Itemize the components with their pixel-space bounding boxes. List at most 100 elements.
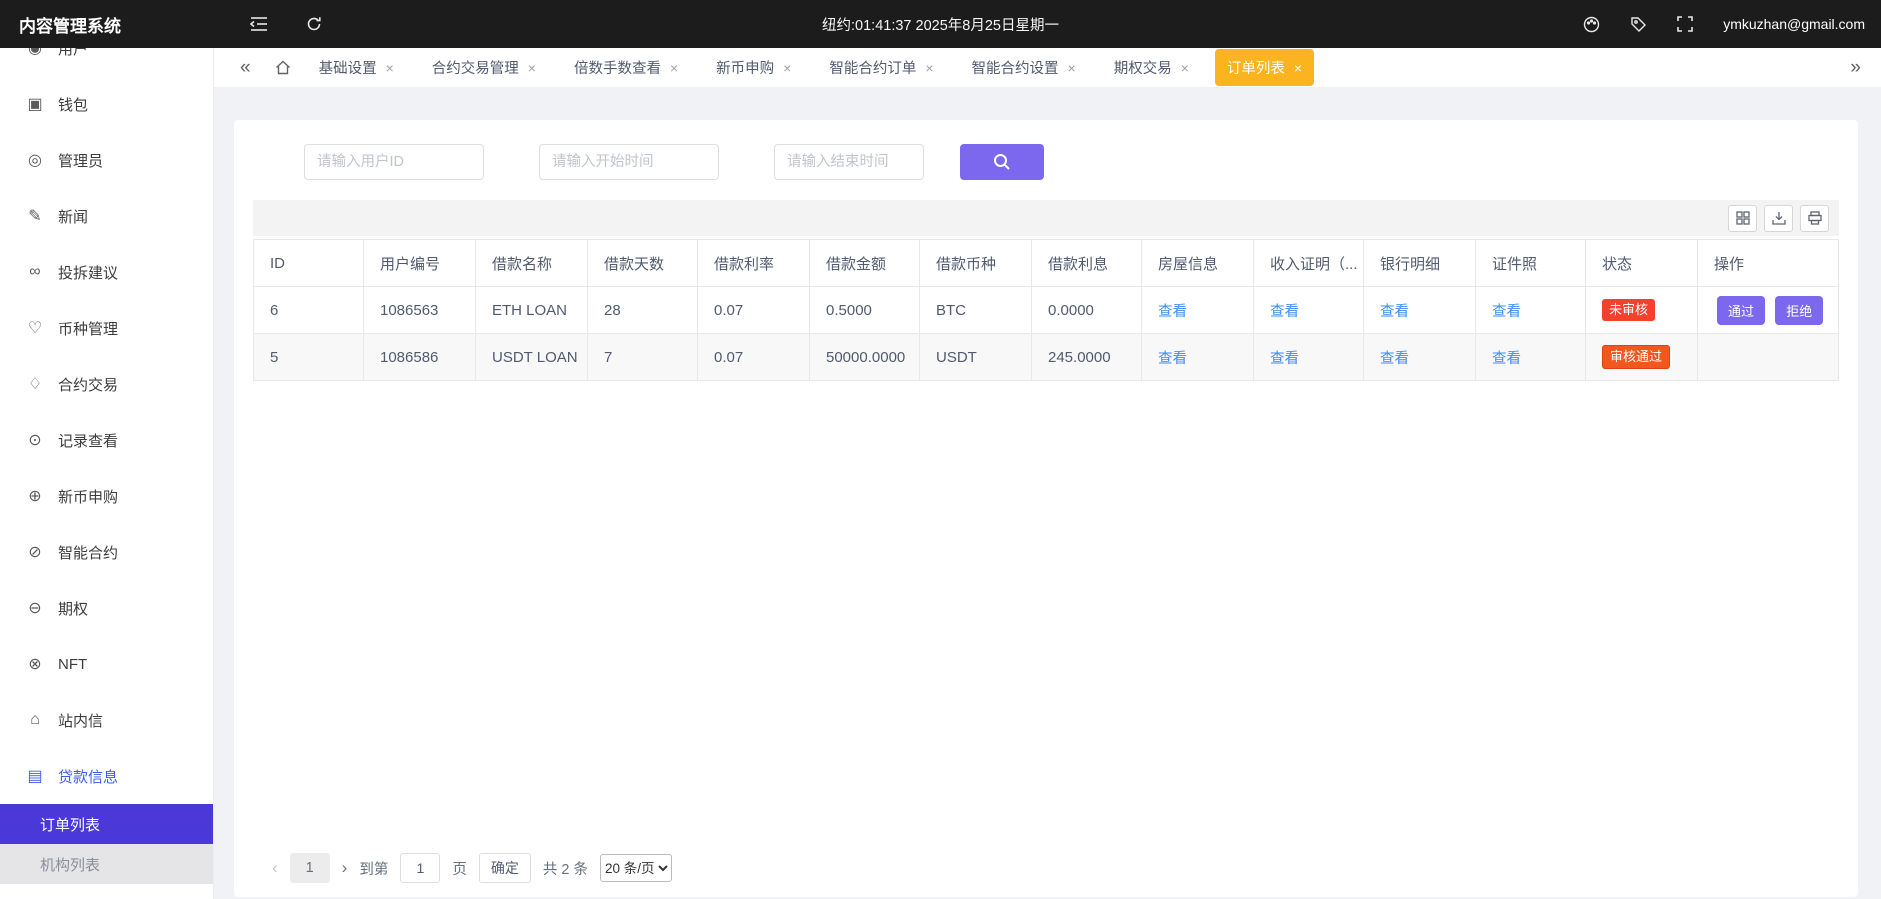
tab-close-icon[interactable]: × <box>1294 61 1302 75</box>
sidebar-item-label: 币种管理 <box>58 318 118 339</box>
column-header-days: 借款天数 <box>588 240 698 287</box>
tab-close-icon[interactable]: × <box>386 61 394 75</box>
approve-button[interactable]: 通过 <box>1717 296 1765 325</box>
fullscreen-icon[interactable] <box>1677 16 1693 32</box>
goto-label: 到第 <box>359 858 388 879</box>
feedback-icon: ∞ <box>26 263 44 281</box>
refresh-icon[interactable] <box>306 16 322 32</box>
tab-label: 期权交易 <box>1114 57 1172 78</box>
next-page-icon[interactable]: › <box>342 858 348 878</box>
cell-id: 6 <box>254 287 364 334</box>
sidebar-item-new-coin[interactable]: ⊕ 新币申购 <box>0 468 213 524</box>
prev-page-icon[interactable]: ‹ <box>272 858 278 878</box>
column-header-income: 收入证明（... <box>1254 240 1364 287</box>
tab-close-icon[interactable]: × <box>528 61 536 75</box>
sidebar-item-admin[interactable]: ◎ 管理员 <box>0 132 213 188</box>
tab-order-list[interactable]: 订单列表 × <box>1215 49 1314 86</box>
cell-actions: 通过 拒绝 <box>1698 287 1839 334</box>
print-icon[interactable] <box>1800 205 1829 232</box>
home-icon[interactable] <box>275 60 291 75</box>
tab-close-icon[interactable]: × <box>1181 61 1189 75</box>
goto-page-input[interactable] <box>400 853 440 883</box>
cell-loan-name: ETH LOAN <box>476 287 588 334</box>
view-idcard-link[interactable]: 查看 <box>1492 351 1521 367</box>
view-bank-link[interactable]: 查看 <box>1380 351 1409 367</box>
page-unit-label: 页 <box>452 858 467 879</box>
view-house-link[interactable]: 查看 <box>1158 351 1187 367</box>
tab-close-icon[interactable]: × <box>783 61 791 75</box>
cell-amount: 0.5000 <box>810 287 920 334</box>
cell-interest: 245.0000 <box>1032 334 1142 381</box>
column-header-idcard: 证件照 <box>1476 240 1586 287</box>
view-income-link[interactable]: 查看 <box>1270 304 1299 320</box>
view-house-link[interactable]: 查看 <box>1158 304 1187 320</box>
cell-coin: USDT <box>920 334 1032 381</box>
user-email[interactable]: ymkuzhan@gmail.com <box>1723 16 1865 32</box>
sidebar-item-label: 智能合约 <box>58 542 118 563</box>
page-size-select[interactable]: 20 条/页 <box>600 854 672 882</box>
tab-smart-contract-orders[interactable]: 智能合约订单 × <box>817 49 945 86</box>
sidebar-item-label: 新闻 <box>58 206 88 227</box>
sidebar-item-contract-trading[interactable]: ♢ 合约交易 <box>0 356 213 412</box>
collapse-sidebar-icon[interactable] <box>250 16 268 32</box>
status-badge: 未审核 <box>1602 299 1655 322</box>
sidebar-item-wallet[interactable]: ▣ 钱包 <box>0 76 213 132</box>
sidebar-subitem-order-list[interactable]: 订单列表 <box>0 804 213 844</box>
sidebar-item-user[interactable]: ◉ 用户 <box>0 48 213 76</box>
sidebar-item-news[interactable]: ✎ 新闻 <box>0 188 213 244</box>
tab-smart-contract-settings[interactable]: 智能合约设置 × <box>960 49 1088 86</box>
view-bank-link[interactable]: 查看 <box>1380 304 1409 320</box>
sidebar-item-label: NFT <box>58 656 87 673</box>
sidebar-item-feedback[interactable]: ∞ 投拆建议 <box>0 244 213 300</box>
columns-icon[interactable] <box>1728 205 1757 232</box>
column-header-coin: 借款币种 <box>920 240 1032 287</box>
cell-status: 未审核 <box>1586 287 1698 334</box>
table-section: ID 用户编号 借款名称 借款天数 借款利率 借款金额 借款币种 借款利息 房屋… <box>253 200 1839 381</box>
sidebar-item-nft[interactable]: ⊗ NFT <box>0 636 213 692</box>
tab-contract-trade-mgmt[interactable]: 合约交易管理 × <box>420 49 548 86</box>
sidebar-item-options[interactable]: ⊖ 期权 <box>0 580 213 636</box>
sidebar-item-label: 新币申购 <box>58 486 118 507</box>
end-time-input[interactable] <box>774 144 924 180</box>
sidebar-item-label: 用户 <box>58 48 88 59</box>
sidebar-item-loan-info[interactable]: ▤ 贷款信息 <box>0 748 213 804</box>
sidebar-subitem-org-list[interactable]: 机构列表 <box>0 844 213 884</box>
tab-close-icon[interactable]: × <box>1068 61 1076 75</box>
view-income-link[interactable]: 查看 <box>1270 351 1299 367</box>
tab-close-icon[interactable]: × <box>925 61 933 75</box>
sidebar-item-smart-contract[interactable]: ⊘ 智能合约 <box>0 524 213 580</box>
tabs-scroll-left[interactable]: « <box>234 57 257 79</box>
column-header-id: ID <box>254 240 364 287</box>
coin-icon: ♡ <box>26 318 44 338</box>
tag-icon[interactable] <box>1630 16 1647 33</box>
tab-options-trading[interactable]: 期权交易 × <box>1102 49 1201 86</box>
user-id-input[interactable] <box>304 144 484 180</box>
export-icon[interactable] <box>1764 205 1793 232</box>
view-idcard-link[interactable]: 查看 <box>1492 304 1521 320</box>
current-page[interactable]: 1 <box>290 853 330 883</box>
sidebar-item-coin-management[interactable]: ♡ 币种管理 <box>0 300 213 356</box>
sidebar-subitem-label: 订单列表 <box>40 814 100 835</box>
cell-bank-detail: 查看 <box>1364 334 1476 381</box>
goto-confirm-button[interactable]: 确定 <box>479 853 531 883</box>
sidebar-item-label: 合约交易 <box>58 374 118 395</box>
tabs-scroll-right[interactable]: » <box>1844 57 1867 79</box>
theme-icon[interactable] <box>1583 16 1600 33</box>
tab-label: 订单列表 <box>1227 57 1285 78</box>
tab-close-icon[interactable]: × <box>670 61 678 75</box>
tab-new-coin[interactable]: 新币申购 × <box>704 49 803 86</box>
search-button[interactable] <box>960 144 1044 180</box>
wallet-icon: ▣ <box>26 94 44 114</box>
cell-id-photo: 查看 <box>1476 334 1586 381</box>
tab-basic-settings[interactable]: 基础设置 × <box>307 49 406 86</box>
sidebar-item-site-mail[interactable]: ⌂ 站内信 <box>0 692 213 748</box>
tab-multiplier-view[interactable]: 倍数手数查看 × <box>562 49 690 86</box>
sidebar-item-records[interactable]: ⊙ 记录查看 <box>0 412 213 468</box>
cell-id-photo: 查看 <box>1476 287 1586 334</box>
tab-label: 智能合约设置 <box>972 57 1059 78</box>
start-time-input[interactable] <box>539 144 719 180</box>
news-icon: ✎ <box>26 206 44 226</box>
reject-button[interactable]: 拒绝 <box>1775 296 1823 325</box>
mail-icon: ⌂ <box>26 711 44 729</box>
tab-label: 合约交易管理 <box>432 57 519 78</box>
